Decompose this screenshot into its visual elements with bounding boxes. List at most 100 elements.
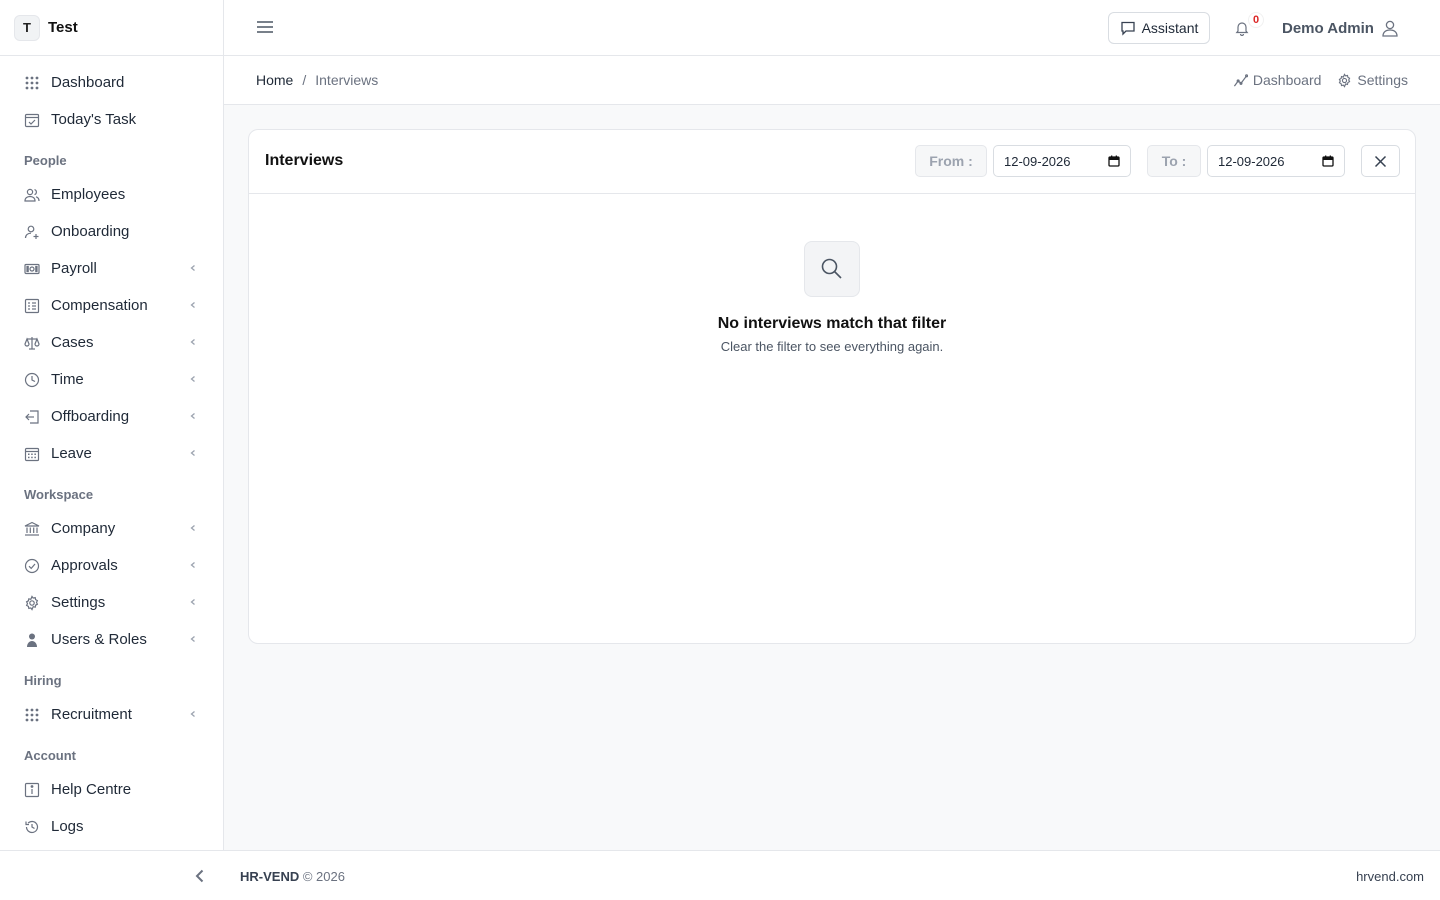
sidebar-item-settings[interactable]: Settings — [0, 584, 223, 621]
sidebar-item-label: Company — [51, 520, 116, 537]
calendar-check-icon — [24, 112, 40, 128]
sidebar-item-help-centre[interactable]: Help Centre — [0, 771, 223, 808]
sidebar-item-today-s-task[interactable]: Today's Task — [0, 101, 223, 138]
brand[interactable]: T Test — [0, 0, 223, 56]
sidebar-item-leave[interactable]: Leave — [0, 435, 223, 472]
clock-icon — [24, 372, 40, 388]
bank-icon — [24, 521, 40, 537]
sidebar-item-label: Cases — [51, 334, 94, 351]
sidebar-item-label: Logs — [51, 818, 84, 835]
list-icon — [24, 298, 40, 314]
empty-state-title: No interviews match that filter — [717, 315, 947, 332]
chevron-left-icon — [189, 560, 197, 572]
chevron-left-icon — [189, 709, 197, 721]
breadcrumb-current: Interviews — [315, 72, 379, 88]
sidebar-section-account: Account — [24, 748, 76, 763]
chevron-left-icon — [189, 263, 197, 275]
quick-link-settings-label: Settings — [1357, 72, 1408, 88]
user-shield-icon — [24, 632, 40, 648]
sidebar-item-label: Help Centre — [51, 781, 132, 798]
sidebar-item-recruitment[interactable]: Recruitment — [0, 696, 223, 733]
sidebar-item-label: Leave — [51, 445, 92, 462]
chevron-left-icon — [189, 448, 197, 460]
sidebar-item-label: Compensation — [51, 297, 148, 314]
gear-icon — [24, 594, 40, 611]
collapse-sidebar-icon[interactable] — [192, 868, 208, 884]
user-plus-icon — [24, 224, 40, 240]
footer-site-link[interactable]: hrvend.com — [1356, 869, 1424, 884]
to-date-value: 12-09-2026 — [1218, 153, 1285, 169]
notification-count-badge: 0 — [1248, 12, 1265, 28]
calendar-icon — [24, 446, 40, 462]
sidebar-item-payroll[interactable]: Payroll — [0, 250, 223, 287]
clear-filter-button[interactable] — [1361, 145, 1400, 177]
users-icon — [24, 187, 40, 203]
grid-icon — [24, 75, 40, 91]
from-label: From : — [915, 145, 987, 177]
sidebar-item-dashboard[interactable]: Dashboard — [0, 64, 223, 101]
gear-icon — [1339, 72, 1351, 88]
scale-icon — [24, 335, 40, 351]
sidebar-item-label: Today's Task — [51, 111, 137, 128]
footer-copyright: HR-VEND © 2026 — [240, 869, 345, 884]
from-date-value: 12-09-2026 — [1004, 153, 1071, 169]
footer-year: © 2026 — [302, 869, 345, 884]
chat-icon — [1120, 21, 1135, 36]
menu-toggle-icon[interactable] — [256, 18, 274, 36]
sidebar-item-label: Settings — [51, 594, 106, 611]
assistant-button[interactable]: Assistant — [1108, 12, 1210, 44]
sidebar-item-users-roles[interactable]: Users & Roles — [0, 621, 223, 658]
sidebar-item-onboarding[interactable]: Onboarding — [0, 213, 223, 250]
calendar-icon[interactable] — [1108, 155, 1120, 167]
assistant-label: Assistant — [1141, 20, 1199, 36]
sidebar-item-label: Users & Roles — [51, 631, 147, 648]
sidebar-item-label: Approvals — [51, 557, 118, 574]
sidebar-item-company[interactable]: Company — [0, 510, 223, 547]
card-header: Interviews From : 12-09-2026 To : 12-09-… — [249, 130, 1415, 194]
money-icon — [24, 261, 40, 277]
from-date-input[interactable]: 12-09-2026 — [993, 145, 1131, 177]
brand-name: Test — [48, 19, 78, 36]
sidebar-item-employees[interactable]: Employees — [0, 176, 223, 213]
to-label: To : — [1147, 145, 1201, 177]
sidebar-nav: Dashboard Today's Task People Employees Onbo… — [0, 56, 223, 845]
sidebar-item-offboarding[interactable]: Offboarding — [0, 398, 223, 435]
chevron-left-icon — [189, 523, 197, 535]
subbar: Home / Interviews Dashboard Settings — [224, 56, 1440, 105]
sidebar-item-label: Time — [51, 371, 84, 388]
sidebar-item-logs[interactable]: Logs — [0, 808, 223, 845]
sidebar-item-label: Recruitment — [51, 706, 132, 723]
user-icon[interactable] — [1381, 19, 1399, 37]
chevron-left-icon — [189, 300, 197, 312]
sidebar-item-label: Offboarding — [51, 408, 130, 425]
to-date-input[interactable]: 12-09-2026 — [1207, 145, 1345, 177]
sidebar-item-approvals[interactable]: Approvals — [0, 547, 223, 584]
chevron-left-icon — [189, 597, 197, 609]
sidebar-section-hiring: Hiring — [24, 673, 62, 688]
sidebar-section-workspace: Workspace — [24, 487, 94, 502]
sidebar: T Test Dashboard Today's Task People Employ… — [0, 0, 224, 850]
breadcrumb: Home / Interviews — [256, 72, 378, 88]
topbar: Assistant 0 Demo Admin — [224, 0, 1440, 56]
check-circle-icon — [24, 558, 40, 574]
empty-state-subtitle: Clear the filter to see everything again… — [720, 339, 944, 354]
breadcrumb-separator: / — [302, 72, 307, 88]
history-icon — [24, 819, 40, 835]
footer: HR-VEND © 2026 hrvend.com — [0, 850, 1440, 900]
quick-links: Dashboard Settings — [1217, 72, 1408, 88]
calendar-icon[interactable] — [1322, 155, 1334, 167]
sidebar-item-label: Onboarding — [51, 223, 130, 240]
search-icon — [804, 241, 860, 297]
sidebar-item-label: Payroll — [51, 260, 97, 277]
breadcrumb-home[interactable]: Home — [256, 72, 293, 88]
quick-link-settings[interactable]: Settings — [1337, 72, 1408, 88]
sidebar-item-time[interactable]: Time — [0, 361, 223, 398]
sidebar-item-cases[interactable]: Cases — [0, 324, 223, 361]
interviews-card: Interviews From : 12-09-2026 To : 12-09-… — [248, 129, 1416, 644]
sidebar-item-compensation[interactable]: Compensation — [0, 287, 223, 324]
sidebar-item-label: Dashboard — [51, 74, 125, 91]
card-title: Interviews — [265, 152, 344, 169]
quick-link-dashboard[interactable]: Dashboard — [1233, 72, 1321, 88]
sidebar-section-people: People — [24, 153, 67, 168]
user-name[interactable]: Demo Admin — [1282, 20, 1374, 37]
